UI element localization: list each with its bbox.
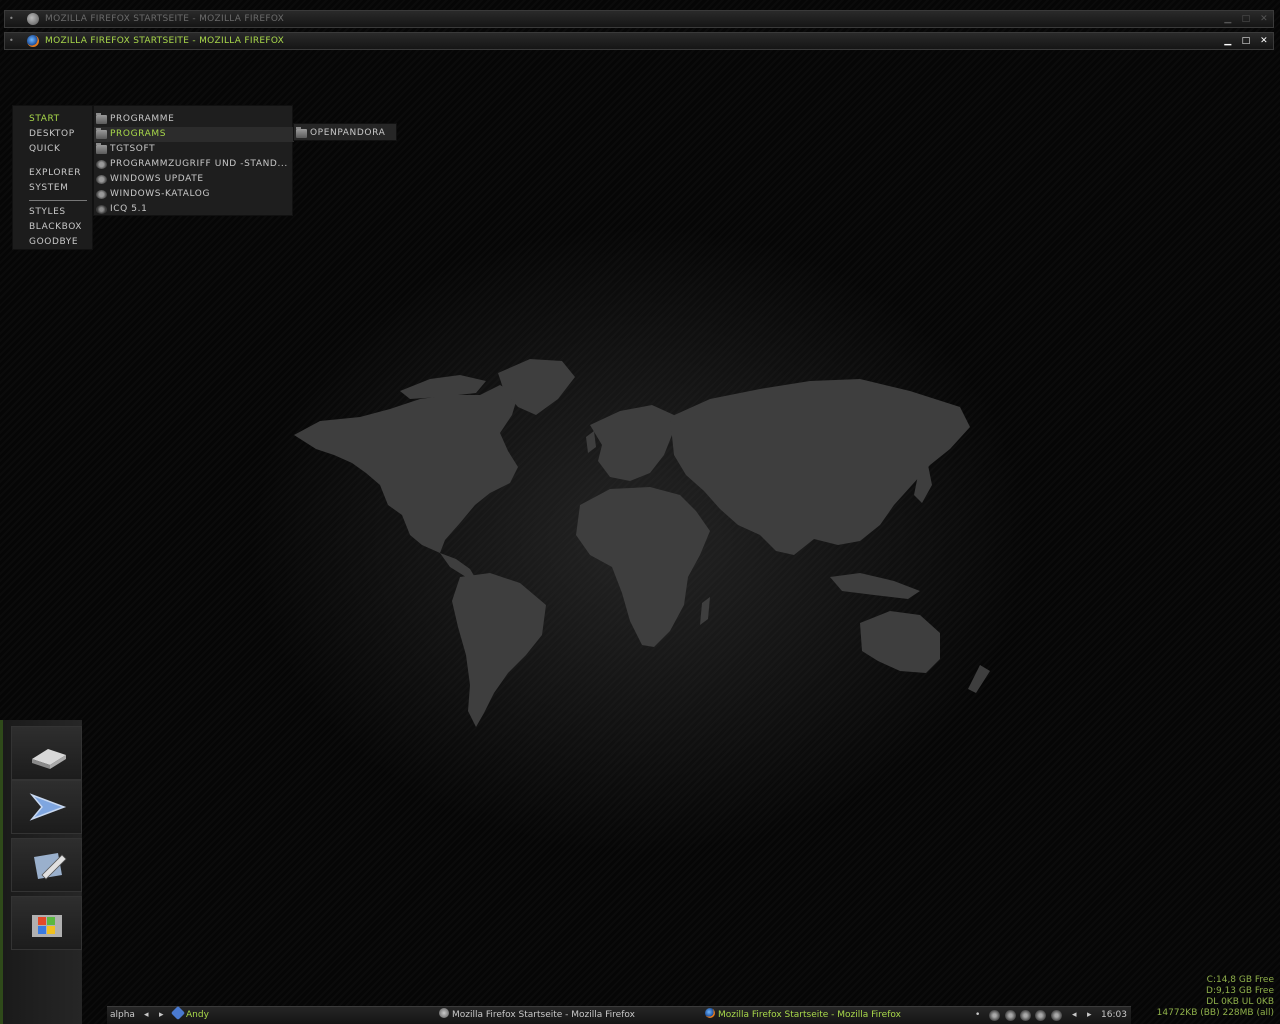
menu-item-quick[interactable]: QUICK [29,142,61,156]
workspace-next-button[interactable]: ▸ [159,1007,164,1023]
taskbar: alpha ◂ ▸ Andy Mozilla Firefox Startseit… [107,1005,1131,1024]
edit-icon [34,853,67,880]
window-menu-dot[interactable]: • [9,33,14,49]
window-title: MOZILLA FIREFOX STARTSEITE - MOZILLA FIR… [45,14,285,24]
submenu-item-label: ICQ 5.1 [110,204,148,214]
folder-icon [296,127,307,138]
firefox-icon [439,1008,449,1018]
submenu-item-tgtsoft[interactable]: TGTSOFT [94,142,294,157]
shield-icon[interactable] [1035,1010,1046,1021]
menu-item-styles[interactable]: STYLES [29,205,66,219]
workspace-prev-button[interactable]: ◂ [144,1007,149,1023]
menu-item-goodbye[interactable]: GOODBYE [29,235,78,249]
side-dock [0,720,82,1024]
firefox-icon [705,1008,715,1018]
indonesia-shape [830,573,920,599]
submenu-item-label: TGTSOFT [110,144,156,154]
task-button-active[interactable]: Mozilla Firefox Startseite - Mozilla Fir… [705,1007,901,1023]
south-america-shape [452,573,546,727]
programs-submenu: OPENPANDORA [293,123,397,141]
dock-button-run[interactable] [11,780,82,834]
window-titlebar-active[interactable]: • MOZILLA FIREFOX STARTSEITE - MOZILLA F… [4,32,1274,50]
submenu-item-programmzugriff[interactable]: PROGRAMMZUGRIFF UND -STAND... [94,157,294,172]
user-indicator[interactable]: Andy [170,1005,209,1023]
start-submenu: PROGRAMME PROGRAMS TGTSOFT PROGRAMMZUGRI… [93,105,294,217]
maximize-button[interactable]: □ [1241,33,1251,49]
africa-shape [576,487,710,647]
dock-button-edit[interactable] [11,838,82,892]
firefox-icon [27,35,39,47]
maximize-button[interactable]: □ [1241,11,1251,27]
memory-usage: 14772KB (BB) 228MB (all) [1156,1008,1274,1018]
firefox-icon [27,13,39,25]
tray-next-button[interactable]: ▸ [1087,1007,1092,1023]
window-titlebar-inactive[interactable]: • MOZILLA FIREFOX STARTSEITE - MOZILLA F… [4,10,1274,28]
close-button[interactable]: ✕ [1259,11,1269,27]
folder-icon [96,128,107,139]
task-label: Mozilla Firefox Startseite - Mozilla Fir… [718,1010,901,1020]
desktop-background: • MOZILLA FIREFOX STARTSEITE - MOZILLA F… [0,0,1280,1024]
submenu-item-programme[interactable]: PROGRAMME [94,112,294,127]
folder-icon [96,143,107,154]
network-rate: DL 0KB UL 0KB [1206,997,1274,1007]
gear-icon [96,160,107,169]
asia-shape [670,379,970,555]
tray-icon-2[interactable] [1005,1010,1016,1021]
submenu-item-label: PROGRAMME [110,114,175,124]
task-button-inactive[interactable]: Mozilla Firefox Startseite - Mozilla Fir… [439,1007,635,1023]
dock-button-drive[interactable] [11,726,82,780]
flower-icon [96,205,107,214]
menu-item-desktop[interactable]: DESKTOP [29,127,75,141]
user-name: Andy [186,1010,209,1020]
submenu-item-label: WINDOWS-KATALOG [110,189,211,199]
madagascar-shape [700,597,710,625]
submenu-item-windows-katalog[interactable]: WINDOWS-KATALOG [94,187,294,202]
windows-icon [32,915,62,937]
submenu-item-programs[interactable]: PROGRAMS [94,127,294,142]
workspace-label[interactable]: alpha [110,1007,135,1023]
arrow-icon [29,793,67,821]
root-menu: START DESKTOP QUICK EXPLORER SYSTEM STYL… [12,105,93,250]
north-america-shape [294,385,518,553]
tray-icon-1[interactable] [989,1010,1000,1021]
menu-item-blackbox[interactable]: BLACKBOX [29,220,82,234]
window-title: MOZILLA FIREFOX STARTSEITE - MOZILLA FIR… [45,36,285,46]
world-map-wallpaper [294,359,990,727]
submenu-item-label: PROGRAMS [110,129,167,139]
minimize-button[interactable]: ▁ [1223,33,1233,49]
window-menu-dot[interactable]: • [9,11,14,27]
submenu-item-label: OPENPANDORA [310,128,386,138]
task-label: Mozilla Firefox Startseite - Mozilla Fir… [452,1010,635,1020]
submenu-item-label: WINDOWS UPDATE [110,174,204,184]
tray-menu-dot[interactable]: • [975,1007,980,1023]
menu-separator [29,200,87,201]
folder-icon [96,113,107,124]
submenu-item-windows-update[interactable]: WINDOWS UPDATE [94,172,294,187]
tray-icon-3[interactable] [1020,1010,1031,1021]
minimize-button[interactable]: ▁ [1223,11,1233,27]
uk-shape [586,431,596,453]
catalog-icon [96,190,107,199]
menu-item-system[interactable]: SYSTEM [29,181,68,195]
submenu-item-label: PROGRAMMZUGRIFF UND -STAND... [110,159,288,169]
central-america-shape [440,553,476,579]
update-icon [96,175,107,184]
close-button[interactable]: ✕ [1259,33,1269,49]
tray-icon-5[interactable] [1051,1010,1062,1021]
menu-item-start[interactable]: START [29,112,60,126]
system-info: C:14,8 GB Free D:9,13 GB Free DL 0KB UL … [1157,975,1274,1019]
tray-prev-button[interactable]: ◂ [1072,1007,1077,1023]
clock: 16:03 [1101,1010,1127,1020]
diamond-icon [170,1005,186,1021]
australia-shape [860,611,940,673]
submenu-item-icq[interactable]: ICQ 5.1 [94,202,294,217]
drive-icon [32,749,66,769]
dock-button-windows[interactable] [11,896,82,950]
drive-d-free: D:9,13 GB Free [1206,986,1274,996]
drive-c-free: C:14,8 GB Free [1206,975,1274,985]
europe-shape [590,405,674,481]
submenu-item-openpandora[interactable]: OPENPANDORA [294,126,398,141]
menu-item-explorer[interactable]: EXPLORER [29,166,81,180]
new-zealand-shape [968,665,990,693]
